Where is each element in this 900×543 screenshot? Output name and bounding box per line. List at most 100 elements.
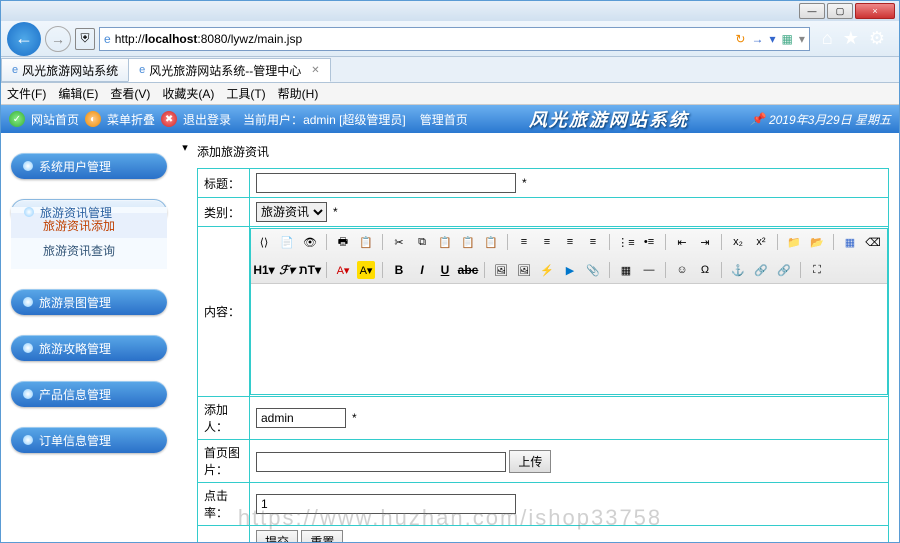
stop-dropdown-icon[interactable]: ▾ xyxy=(769,32,775,46)
paste-icon[interactable]: 📋 xyxy=(436,233,454,251)
back-button[interactable]: ← xyxy=(7,22,41,56)
reset-button[interactable]: 重置 xyxy=(301,530,343,542)
label-adder: 添加人： xyxy=(198,397,250,440)
bg-color-icon[interactable]: A▾ xyxy=(357,261,375,279)
folder2-icon[interactable]: 📂 xyxy=(808,233,826,251)
align-right-icon[interactable]: ≡ xyxy=(561,233,579,251)
template-icon[interactable]: 📋 xyxy=(357,233,375,251)
refresh-icon[interactable]: → xyxy=(751,32,763,46)
new-icon[interactable]: 📄 xyxy=(278,233,296,251)
print-icon[interactable]: 🖶 xyxy=(334,233,352,251)
text-color-icon[interactable]: A▾ xyxy=(334,261,352,279)
category-select[interactable]: 旅游资讯 xyxy=(256,202,327,222)
adder-input[interactable] xyxy=(256,408,346,428)
indent-icon[interactable]: ⇥ xyxy=(696,233,714,251)
label-content: 内容： xyxy=(198,227,250,397)
sidebar-item-scenic-images[interactable]: 旅游景图管理 xyxy=(11,289,167,315)
cover-image-input[interactable] xyxy=(256,452,506,472)
tab-close-icon[interactable]: ✕ xyxy=(311,65,319,76)
list-ol-icon[interactable]: ⋮≡ xyxy=(617,233,635,251)
window-minimize-button[interactable]: — xyxy=(799,3,825,19)
unlink-icon[interactable]: 🔗 xyxy=(775,261,793,279)
copy-icon[interactable]: ⧉ xyxy=(413,233,431,251)
label-category: 类别： xyxy=(198,198,250,227)
source-icon[interactable]: ⟨⟩ xyxy=(255,233,273,251)
menu-favorites[interactable]: 收藏夹(A) xyxy=(162,85,214,102)
attach-icon[interactable]: 📎 xyxy=(584,261,602,279)
collapse-icon: ◐ xyxy=(85,111,101,127)
forward-button[interactable]: → xyxy=(45,26,71,52)
browser-tab[interactable]: e 风光旅游网站系统 xyxy=(1,58,129,82)
media-icon[interactable]: ▶ xyxy=(561,261,579,279)
nav-menu-collapse[interactable]: 菜单折叠 xyxy=(107,111,155,128)
sidebar-item-product-info[interactable]: 产品信息管理 xyxy=(11,381,167,407)
nav-admin-home[interactable]: 管理首页 xyxy=(420,111,468,128)
paste-word-icon[interactable]: 📋 xyxy=(482,233,500,251)
menu-tools[interactable]: 工具(T) xyxy=(226,85,265,102)
nav-logout[interactable]: 退出登录 xyxy=(183,111,231,128)
strike-icon[interactable]: abc xyxy=(459,261,477,279)
editor-content-area[interactable] xyxy=(251,284,887,394)
menu-edit[interactable]: 编辑(E) xyxy=(58,85,98,102)
bold-icon[interactable]: B xyxy=(390,261,408,279)
underline-icon[interactable]: U xyxy=(436,261,454,279)
home-icon[interactable]: ⌂ xyxy=(822,28,833,49)
img-mode-icon[interactable]: ▦ xyxy=(781,32,792,46)
menu-file[interactable]: 文件(F) xyxy=(7,85,46,102)
sidebar-sub-query-news[interactable]: 旅游资讯查询 xyxy=(11,238,167,263)
hr-icon[interactable]: — xyxy=(640,261,658,279)
sidebar-submenu: 旅游资讯添加 旅游资讯查询 xyxy=(11,207,167,269)
sub-icon[interactable]: x₂ xyxy=(729,233,747,251)
folder-icon[interactable]: 📁 xyxy=(785,233,803,251)
align-center-icon[interactable]: ≡ xyxy=(538,233,556,251)
reader-icon[interactable]: ▾ xyxy=(799,32,805,46)
favorites-icon[interactable]: ★ xyxy=(843,28,859,49)
sidebar-collapse-toggle[interactable]: ▾ xyxy=(182,141,188,154)
menu-help[interactable]: 帮助(H) xyxy=(278,85,319,102)
rich-text-editor: ⟨⟩ 📄 👁 🖶 📋 ✂ ⧉ 📋 📋 xyxy=(250,228,888,395)
sup-icon[interactable]: x² xyxy=(752,233,770,251)
hits-input[interactable] xyxy=(256,494,516,514)
sidebar-sub-add-news[interactable]: 旅游资讯添加 xyxy=(11,213,167,238)
align-left-icon[interactable]: ≡ xyxy=(515,233,533,251)
select-all-icon[interactable]: ▦ xyxy=(841,233,859,251)
preview-icon[interactable]: 👁 xyxy=(301,233,319,251)
security-shield-icon[interactable]: ⛨ xyxy=(75,28,95,50)
special-char-icon[interactable]: Ω xyxy=(696,261,714,279)
settings-gear-icon[interactable]: ⚙ xyxy=(869,28,885,49)
ie-icon: e xyxy=(104,32,111,46)
italic-icon[interactable]: I xyxy=(413,261,431,279)
align-justify-icon[interactable]: ≡ xyxy=(584,233,602,251)
image-icon[interactable]: 🖼 xyxy=(492,261,510,279)
table-icon[interactable]: ▦ xyxy=(617,261,635,279)
anchor-icon[interactable]: ⚓ xyxy=(729,261,747,279)
multi-image-icon[interactable]: 🖼 xyxy=(515,261,533,279)
flash-icon[interactable]: ⚡ xyxy=(538,261,556,279)
nav-site-home[interactable]: 网站首页 xyxy=(31,111,79,128)
menu-view[interactable]: 查看(V) xyxy=(110,85,150,102)
font-family-icon[interactable]: ℱ▾ xyxy=(278,261,296,279)
required-star: * xyxy=(333,205,338,219)
heading-icon[interactable]: H1▾ xyxy=(255,261,273,279)
browser-tab-active[interactable]: e 风光旅游网站系统--管理中心 ✕ xyxy=(128,58,331,82)
pin-icon: 📌 xyxy=(750,112,765,126)
paste-text-icon[interactable]: 📋 xyxy=(459,233,477,251)
title-input[interactable] xyxy=(256,173,516,193)
sidebar-item-system-users[interactable]: 系统用户管理 xyxy=(11,153,167,179)
sidebar-item-travel-guides[interactable]: 旅游攻略管理 xyxy=(11,335,167,361)
upload-button[interactable]: 上传 xyxy=(509,450,551,473)
sidebar-item-order-info[interactable]: 订单信息管理 xyxy=(11,427,167,453)
compat-icon[interactable]: ↻ xyxy=(735,32,745,46)
emoji-icon[interactable]: ☺ xyxy=(673,261,691,279)
fullscreen-icon[interactable]: ⛶ xyxy=(808,261,826,279)
outdent-icon[interactable]: ⇤ xyxy=(673,233,691,251)
link-icon[interactable]: 🔗 xyxy=(752,261,770,279)
cut-icon[interactable]: ✂ xyxy=(390,233,408,251)
list-ul-icon[interactable]: •≡ xyxy=(640,233,658,251)
window-maximize-button[interactable]: ▢ xyxy=(827,3,853,19)
remove-format-icon[interactable]: ⌫ xyxy=(864,233,882,251)
window-close-button[interactable]: × xyxy=(855,3,895,19)
address-bar[interactable]: e http://localhost:8080/lywz/main.jsp ↻ … xyxy=(99,27,810,51)
submit-button[interactable]: 提交 xyxy=(256,530,298,542)
font-size-icon[interactable]: תT▾ xyxy=(301,261,319,279)
